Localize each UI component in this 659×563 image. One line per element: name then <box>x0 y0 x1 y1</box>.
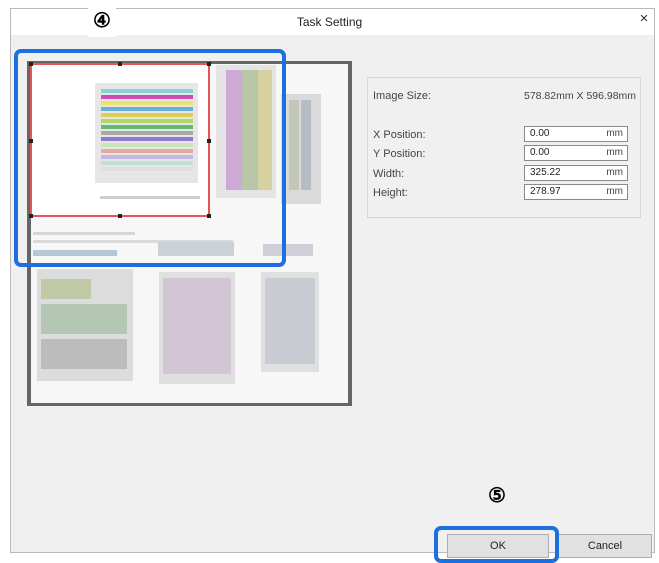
y-position-value: 0.00 <box>530 147 550 158</box>
x-position-label: X Position: <box>373 129 426 141</box>
y-position-field[interactable]: 0.00 mm <box>524 145 628 161</box>
height-field[interactable]: 278.97 mm <box>524 184 628 200</box>
close-icon[interactable]: × <box>634 9 654 31</box>
step-4-marker: ④ <box>88 7 116 37</box>
height-value: 278.97 <box>530 186 561 197</box>
y-position-label: Y Position: <box>373 148 426 160</box>
width-value: 325.22 <box>530 167 561 178</box>
step-5-marker: ⑤ <box>488 485 506 507</box>
width-field[interactable]: 325.22 mm <box>524 165 628 181</box>
x-position-unit: mm <box>606 128 623 139</box>
step-4-highlight <box>14 49 286 267</box>
x-position-field[interactable]: 0.00 mm <box>524 126 628 142</box>
height-label: Height: <box>373 187 408 199</box>
width-unit: mm <box>606 167 623 178</box>
cancel-button[interactable]: Cancel <box>558 534 652 558</box>
width-label: Width: <box>373 168 405 180</box>
height-unit: mm <box>606 186 623 197</box>
step-5-highlight <box>434 526 559 563</box>
x-position-value: 0.00 <box>530 128 550 139</box>
y-position-unit: mm <box>606 147 623 158</box>
